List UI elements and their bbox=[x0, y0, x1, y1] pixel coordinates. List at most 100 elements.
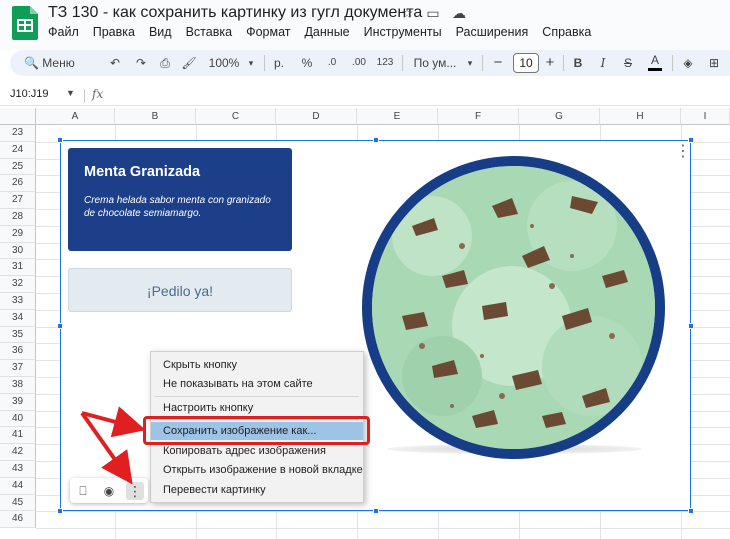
column-header-a[interactable]: A bbox=[36, 108, 115, 125]
undo-icon[interactable]: ↶ bbox=[106, 50, 124, 76]
font-size-input[interactable]: 10 bbox=[513, 53, 539, 73]
menu-search[interactable]: 🔍 Меню bbox=[18, 50, 98, 76]
row-header-36[interactable]: 36 bbox=[0, 343, 36, 361]
column-header-h[interactable]: H bbox=[600, 108, 681, 125]
formula-bar: J10:J19 ▼ fx bbox=[0, 86, 730, 106]
ctx-configure-button[interactable]: Настроить кнопку bbox=[151, 399, 363, 417]
menu-view[interactable]: Вид bbox=[149, 25, 172, 39]
toolbar: 🔍 Меню ↶ ↷ ⎙ 🖌 100% ▾ р. % .0 .00 123 По… bbox=[10, 50, 730, 76]
row-header-37[interactable]: 37 bbox=[0, 360, 36, 377]
camera-icon[interactable]: ◉ bbox=[100, 482, 118, 500]
resize-handle[interactable] bbox=[688, 323, 694, 329]
menu-help[interactable]: Справка bbox=[542, 25, 591, 39]
row-header-39[interactable]: 39 bbox=[0, 393, 36, 411]
resize-handle[interactable] bbox=[373, 137, 379, 143]
menu-insert[interactable]: Вставка bbox=[186, 25, 232, 39]
bookmark-icon[interactable]: ⎕ bbox=[74, 482, 92, 500]
ice-cream-texture-icon bbox=[372, 166, 655, 449]
strikethrough-button[interactable]: S bbox=[621, 50, 635, 76]
resize-handle[interactable] bbox=[57, 323, 63, 329]
cloud-saved-icon[interactable]: ☁ bbox=[450, 4, 468, 22]
row-header-45[interactable]: 45 bbox=[0, 494, 36, 512]
font-chevron-down-icon[interactable]: ▾ bbox=[465, 50, 475, 76]
document-title[interactable]: ТЗ 130 - как сохранить картинку из гугл … bbox=[48, 4, 422, 22]
more-vert-icon[interactable]: ⋮ bbox=[675, 144, 691, 160]
resize-handle[interactable] bbox=[373, 508, 379, 514]
name-box-chevron-down-icon[interactable]: ▼ bbox=[66, 88, 75, 98]
row-header-28[interactable]: 28 bbox=[0, 209, 36, 226]
grid-line bbox=[36, 528, 730, 530]
promo-card: Menta Granizada Crema helada sabor menta… bbox=[68, 148, 292, 251]
ctx-open-image-new-tab[interactable]: Открыть изображение в новой вкладке bbox=[151, 461, 363, 479]
column-header-d[interactable]: D bbox=[276, 108, 357, 125]
italic-button[interactable]: I bbox=[596, 50, 610, 76]
resize-handle[interactable] bbox=[57, 508, 63, 514]
order-now-button: ¡Pedilo ya! bbox=[68, 268, 292, 312]
row-header-35[interactable]: 35 bbox=[0, 326, 36, 344]
row-header-32[interactable]: 32 bbox=[0, 276, 36, 293]
column-header-e[interactable]: E bbox=[357, 108, 438, 125]
name-box[interactable]: J10:J19 bbox=[10, 88, 49, 100]
row-header-38[interactable]: 38 bbox=[0, 377, 36, 394]
redo-icon[interactable]: ↷ bbox=[132, 50, 150, 76]
ctx-translate-image[interactable]: Перевести картинку bbox=[151, 481, 363, 499]
row-header-29[interactable]: 29 bbox=[0, 225, 36, 243]
menu-extensions[interactable]: Расширения bbox=[456, 25, 529, 39]
number-format-button[interactable]: 123 bbox=[374, 50, 396, 76]
column-header-g[interactable]: G bbox=[519, 108, 600, 125]
row-header-27[interactable]: 27 bbox=[0, 192, 36, 209]
fill-color-icon[interactable]: ◈ bbox=[680, 50, 696, 76]
row-header-40[interactable]: 40 bbox=[0, 410, 36, 428]
borders-icon[interactable]: ⊞ bbox=[706, 50, 722, 76]
menu-data[interactable]: Данные bbox=[304, 25, 349, 39]
folder-move-icon[interactable]: ▭ bbox=[424, 4, 442, 22]
zoom-chevron-down-icon[interactable]: ▾ bbox=[246, 50, 256, 76]
resize-handle[interactable] bbox=[688, 508, 694, 514]
percent-format-button[interactable]: % bbox=[300, 50, 314, 76]
print-icon[interactable]: ⎙ bbox=[156, 50, 174, 76]
column-header-b[interactable]: B bbox=[115, 108, 196, 125]
row-header-23[interactable]: 23 bbox=[0, 125, 36, 142]
font-select[interactable]: По ум... bbox=[411, 50, 459, 76]
ice-cream-photo bbox=[362, 156, 665, 459]
row-header-41[interactable]: 41 bbox=[0, 427, 36, 445]
highlight-box bbox=[143, 416, 370, 445]
row-header-44[interactable]: 44 bbox=[0, 477, 36, 495]
sheets-logo-icon[interactable] bbox=[12, 6, 38, 40]
row-header-46[interactable]: 46 bbox=[0, 511, 36, 529]
decrease-decimal-button[interactable]: .0 bbox=[323, 50, 341, 76]
more-vert-icon[interactable]: ⋮ bbox=[126, 482, 144, 500]
bold-button[interactable]: B bbox=[571, 50, 585, 76]
column-header-f[interactable]: F bbox=[438, 108, 519, 125]
decrease-font-size-button[interactable]: − bbox=[492, 50, 504, 76]
row-header-25[interactable]: 25 bbox=[0, 158, 36, 176]
menu-tools[interactable]: Инструменты bbox=[364, 25, 442, 39]
row-header-26[interactable]: 26 bbox=[0, 175, 36, 193]
promo-card-title: Menta Granizada bbox=[84, 164, 201, 180]
select-all-corner[interactable] bbox=[0, 108, 36, 125]
row-header-24[interactable]: 24 bbox=[0, 141, 36, 159]
row-header-34[interactable]: 34 bbox=[0, 309, 36, 327]
resize-handle[interactable] bbox=[57, 137, 63, 143]
star-icon[interactable]: ☆ bbox=[398, 4, 416, 22]
menu-edit[interactable]: Правка bbox=[93, 25, 135, 39]
paint-format-icon[interactable]: 🖌 bbox=[180, 50, 198, 76]
row-header-42[interactable]: 42 bbox=[0, 444, 36, 461]
menu-format[interactable]: Формат bbox=[246, 25, 290, 39]
ctx-dont-show-on-site[interactable]: Не показывать на этом сайте bbox=[151, 375, 363, 393]
row-header-31[interactable]: 31 bbox=[0, 259, 36, 277]
column-header-i[interactable]: I bbox=[681, 108, 730, 125]
text-color-button[interactable]: A bbox=[648, 50, 662, 71]
ctx-hide-button[interactable]: Скрыть кнопку bbox=[151, 356, 363, 374]
resize-handle[interactable] bbox=[688, 137, 694, 143]
increase-decimal-button[interactable]: .00 bbox=[347, 50, 371, 76]
row-header-33[interactable]: 33 bbox=[0, 293, 36, 310]
menu-file[interactable]: Файл bbox=[48, 25, 79, 39]
currency-format-button[interactable]: р. bbox=[272, 50, 286, 76]
increase-font-size-button[interactable]: + bbox=[544, 50, 556, 76]
row-header-30[interactable]: 30 bbox=[0, 242, 36, 260]
row-header-43[interactable]: 43 bbox=[0, 461, 36, 478]
menu-bar: Файл Правка Вид Вставка Формат Данные Ин… bbox=[48, 25, 591, 39]
column-header-c[interactable]: C bbox=[196, 108, 276, 125]
zoom-select[interactable]: 100% bbox=[206, 50, 242, 76]
